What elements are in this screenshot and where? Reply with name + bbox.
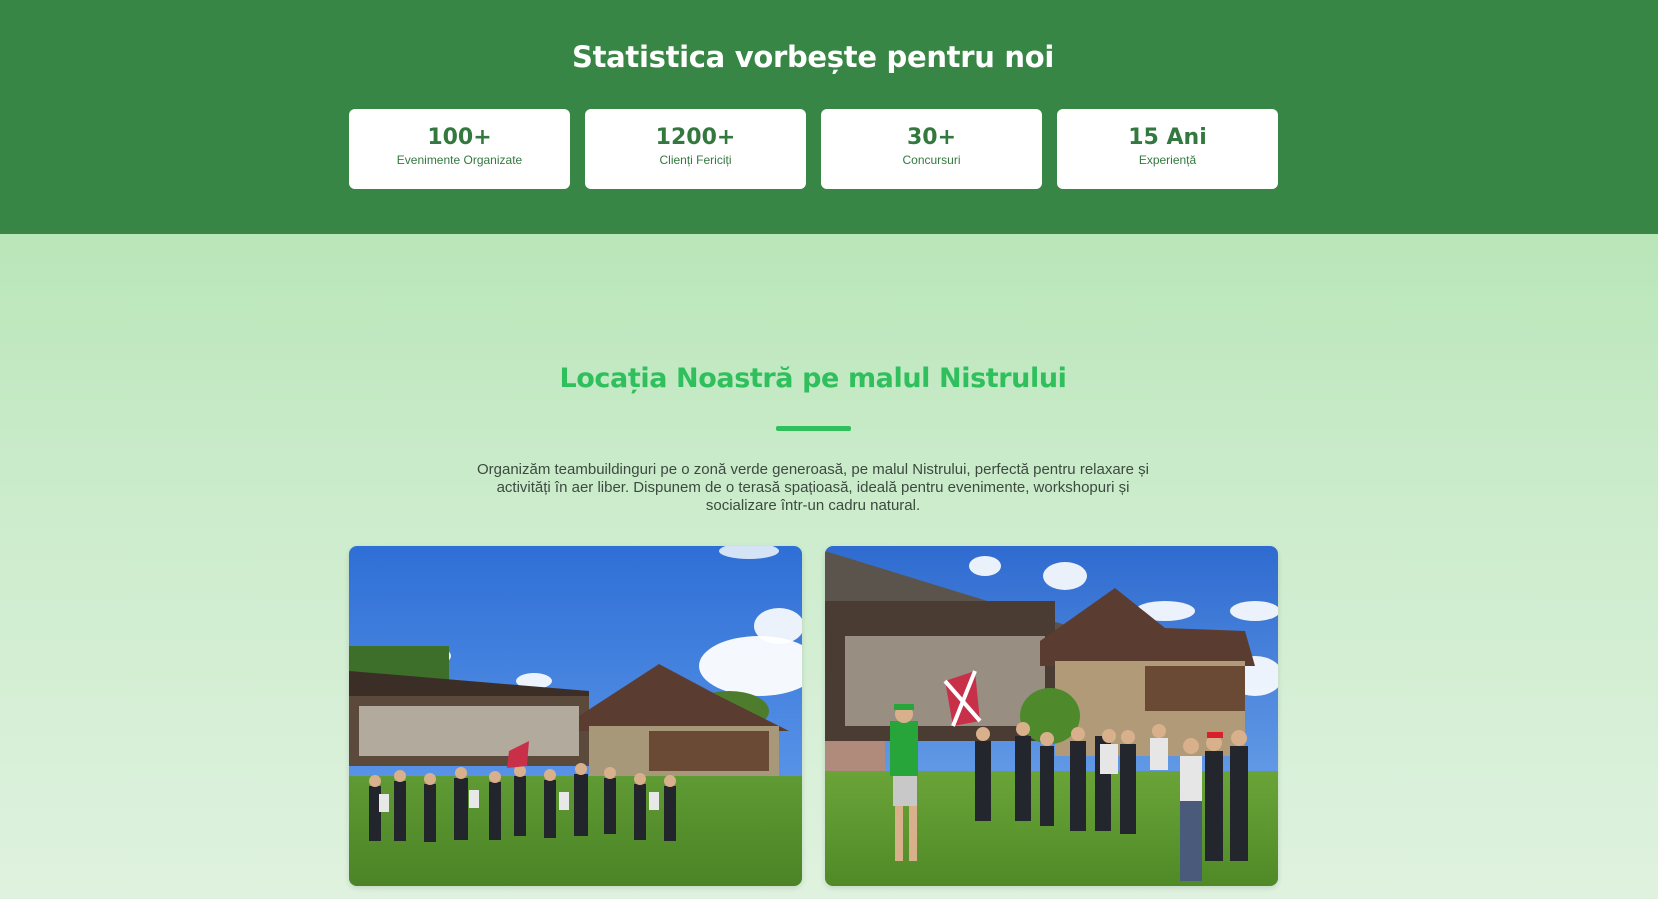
stat-value: 100+ bbox=[427, 125, 492, 150]
location-description: Organizăm teambuildinguri pe o zonă verd… bbox=[476, 461, 1150, 514]
stats-section: Statistica vorbește pentru noi 100+ Even… bbox=[0, 0, 1658, 234]
stat-label: Clienți Fericiți bbox=[659, 153, 732, 167]
stat-label: Experiență bbox=[1138, 153, 1197, 167]
stat-card-events: 100+ Evenimente Organizate bbox=[349, 109, 570, 189]
stats-title: Statistica vorbește pentru noi bbox=[572, 40, 1054, 74]
photo-gallery bbox=[349, 546, 1278, 886]
photo-illustration bbox=[349, 546, 802, 886]
stat-card-clients: 1200+ Clienți Fericiți bbox=[585, 109, 806, 189]
location-title: Locația Noastră pe malul Nistrului bbox=[559, 363, 1067, 394]
stat-label: Evenimente Organizate bbox=[396, 153, 523, 167]
title-underline bbox=[776, 426, 851, 431]
stat-card-experience: 15 Ani Experiență bbox=[1057, 109, 1278, 189]
stat-label: Concursuri bbox=[902, 153, 961, 167]
group-on-lawn-photo bbox=[349, 546, 802, 886]
stat-card-contests: 30+ Concursuri bbox=[821, 109, 1042, 189]
stat-value: 15 Ani bbox=[1128, 125, 1207, 150]
photo-illustration bbox=[825, 546, 1278, 886]
stats-row: 100+ Evenimente Organizate 1200+ Clienți… bbox=[349, 109, 1278, 189]
stat-value: 30+ bbox=[906, 125, 957, 150]
stat-value: 1200+ bbox=[655, 125, 736, 150]
group-near-terrace-photo bbox=[825, 546, 1278, 886]
